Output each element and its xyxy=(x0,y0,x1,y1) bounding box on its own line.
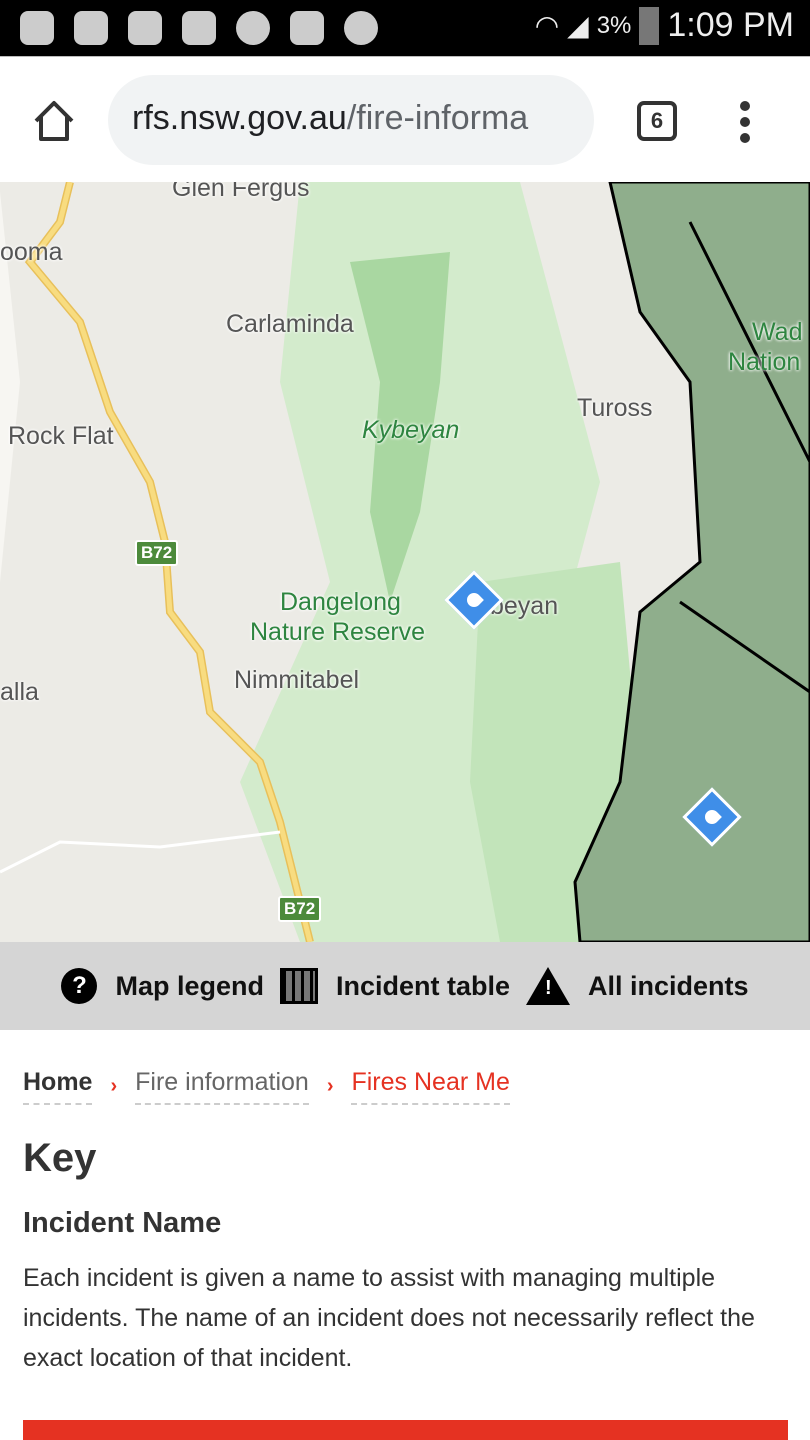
headphones-icon xyxy=(344,11,378,45)
chevron-right-icon: › xyxy=(326,1075,334,1097)
signal-icon: ◢ xyxy=(567,10,589,41)
gmail-icon xyxy=(74,11,108,45)
hangouts-icon xyxy=(20,11,54,45)
road-shield: B72 xyxy=(278,896,322,922)
map-label: Carlaminda xyxy=(226,310,354,338)
more-menu-icon[interactable] xyxy=(740,101,752,149)
map-label: Nature Reserve xyxy=(250,618,426,646)
table-icon xyxy=(279,968,318,1004)
map-legend-label: Map legend xyxy=(115,970,264,1001)
clock: 1:09 PM xyxy=(667,6,794,44)
map-label: Kybeyan xyxy=(362,416,460,444)
url-host: rfs.nsw.gov.au xyxy=(132,99,347,137)
tab-switcher-button[interactable]: 6 xyxy=(637,101,677,141)
fire-map[interactable]: Glen Fergus ooma Carlaminda Rock Flat Ky… xyxy=(0,182,810,942)
map-label: alla xyxy=(0,678,39,706)
battery-charging-icon xyxy=(639,6,660,45)
hangouts-icon xyxy=(128,11,162,45)
map-label: Rock Flat xyxy=(8,422,114,450)
road-shield: B72 xyxy=(135,540,179,566)
breadcrumb-current[interactable]: Fires Near Me xyxy=(351,1068,510,1105)
music-icon xyxy=(236,11,270,45)
play-store-icon xyxy=(290,11,324,45)
map-label: Glen Fergus xyxy=(172,182,310,202)
help-icon: ? xyxy=(61,968,98,1004)
battery-percent: 3% xyxy=(596,11,632,39)
map-label: ooma xyxy=(0,238,63,266)
section-heading: Incident Name xyxy=(23,1207,222,1239)
incident-table-label: Incident table xyxy=(335,970,510,1001)
map-legend-button[interactable]: ? Map legend xyxy=(61,968,264,1004)
map-toolbar: ? Map legend Incident table ! All incident… xyxy=(0,942,810,1030)
url-bar[interactable]: rfs.nsw.gov.au/fire-informa xyxy=(108,75,594,165)
red-banner xyxy=(23,1420,788,1440)
url-path: /fire-informa xyxy=(346,99,529,137)
page-title: Key xyxy=(23,1136,97,1180)
breadcrumb-home[interactable]: Home xyxy=(23,1068,93,1105)
wifi-icon: ◠ xyxy=(534,10,560,41)
home-icon[interactable] xyxy=(32,99,76,143)
warning-icon: ! xyxy=(526,967,570,1005)
incident-table-button[interactable]: Incident table xyxy=(279,968,510,1004)
section-description: Each incident is given a name to assist … xyxy=(23,1264,755,1372)
map-label: Nimmitabel xyxy=(234,666,360,694)
map-label: Tuross xyxy=(577,394,653,422)
all-incidents-button[interactable]: ! All incidents xyxy=(526,967,749,1005)
chevron-right-icon: › xyxy=(110,1075,118,1097)
breadcrumb-fire-information[interactable]: Fire information xyxy=(135,1068,309,1105)
map-label: Dangelong xyxy=(280,588,401,616)
browser-toolbar: rfs.nsw.gov.au/fire-informa 6 xyxy=(0,56,810,182)
map-canvas xyxy=(0,182,810,942)
map-label: Wad xyxy=(752,318,803,346)
map-label: Nation xyxy=(728,348,801,376)
all-incidents-label: All incidents xyxy=(588,970,749,1001)
breadcrumb: Home › Fire information › Fires Near Me xyxy=(23,1068,510,1105)
status-bar: ◠ ◢ 3% 1:09 PM xyxy=(0,0,810,56)
hangouts-icon xyxy=(182,11,216,45)
